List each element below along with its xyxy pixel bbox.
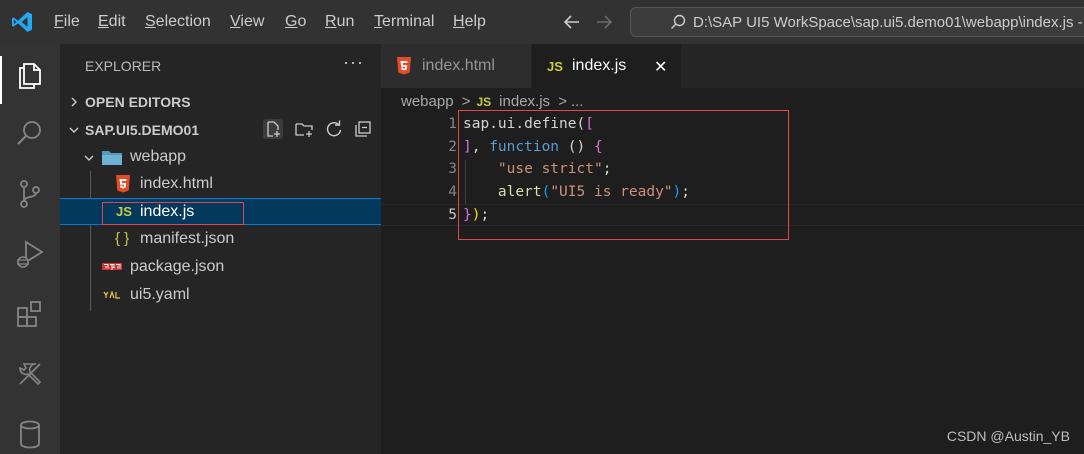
open-editors-label: OPEN EDITORS: [85, 94, 191, 110]
html5-icon: [397, 57, 411, 75]
tree-file-index-html[interactable]: index.html: [60, 171, 381, 198]
line-number: 1: [448, 116, 457, 132]
project-label: SAP.UI5.DEMO01: [85, 122, 200, 138]
new-folder-icon[interactable]: [294, 119, 314, 139]
menu-run[interactable]: Run: [325, 13, 354, 31]
js-icon: JS: [547, 59, 563, 74]
chevron-right-icon: [71, 97, 77, 107]
search-icon: [671, 14, 686, 29]
js-icon: JS: [476, 95, 492, 109]
tab-label: index.js: [572, 57, 627, 74]
run-debug-icon[interactable]: [14, 238, 46, 270]
refresh-icon[interactable]: [324, 119, 344, 139]
line-number: 3: [448, 161, 457, 177]
yaml-icon: [103, 291, 120, 299]
menu-help[interactable]: Help: [453, 13, 486, 31]
active-indicator: [0, 56, 2, 104]
tree-label: ui5.yaml: [130, 286, 190, 303]
npm-icon: [102, 263, 122, 270]
tree-label: index.html: [140, 175, 213, 192]
breadcrumb-file[interactable]: index.js: [499, 93, 550, 110]
line-number: 2: [448, 138, 457, 155]
menu-file[interactable]: File: [54, 13, 80, 31]
tab-label: index.html: [422, 57, 495, 74]
chevron-down-icon: [84, 155, 94, 161]
annotation-box: [102, 202, 244, 225]
tree-label: webapp: [130, 148, 187, 165]
explorer-sidebar: EXPLORER ··· OPEN EDITORS SAP.UI5.DEMO01: [60, 44, 381, 454]
activity-bar: [0, 44, 60, 454]
tools-icon[interactable]: [14, 358, 46, 390]
breadcrumb-folder[interactable]: webapp: [401, 93, 454, 110]
open-editors-section[interactable]: OPEN EDITORS: [60, 89, 381, 115]
database-icon[interactable]: [14, 418, 46, 450]
breadcrumb-separator: >: [461, 93, 471, 110]
html5-icon: [116, 175, 130, 193]
tree-label: manifest.json: [140, 230, 235, 247]
folder-icon: [102, 151, 122, 165]
tab-index-html[interactable]: index.html: [381, 44, 531, 88]
editor-tabs: index.html JS index.js ✕: [381, 44, 1084, 88]
source-control-icon[interactable]: [14, 178, 46, 210]
menu-edit[interactable]: Edit: [98, 13, 126, 31]
menu-terminal[interactable]: Terminal: [374, 13, 434, 31]
more-actions-button[interactable]: ···: [343, 52, 364, 73]
tab-index-js[interactable]: JS index.js ✕: [532, 44, 681, 88]
close-icon[interactable]: ✕: [654, 57, 667, 77]
tree-label: package.json: [130, 258, 225, 275]
breadcrumb-more[interactable]: ...: [571, 93, 584, 110]
explorer-icon[interactable]: [14, 58, 46, 90]
menu-selection[interactable]: Selection: [145, 13, 211, 31]
back-arrow-icon[interactable]: [562, 12, 582, 32]
search-text: D:\SAP UI5 WorkSpace\sap.ui5.demo01\weba…: [693, 14, 1084, 31]
extensions-icon[interactable]: [14, 298, 46, 330]
watermark: CSDN @Austin_YB: [946, 428, 1070, 444]
annotation-box: [458, 110, 789, 240]
chevron-down-icon: [69, 127, 79, 133]
tree-folder-webapp[interactable]: webapp: [60, 144, 381, 171]
breadcrumb: webapp > JS index.js >...: [401, 93, 583, 110]
menu-view[interactable]: View: [230, 13, 264, 31]
vscode-logo-icon: [12, 12, 32, 32]
tree-file-package-json[interactable]: package.json: [60, 254, 381, 281]
search-view-icon[interactable]: [14, 118, 46, 150]
menu-go[interactable]: Go: [285, 13, 306, 31]
forward-arrow-icon[interactable]: [594, 12, 614, 32]
breadcrumb-separator: >: [558, 93, 567, 110]
json-icon: { }: [115, 230, 130, 247]
new-file-icon[interactable]: [263, 119, 283, 139]
collapse-all-icon[interactable]: [353, 119, 373, 139]
tree-file-manifest-json[interactable]: { } manifest.json: [60, 226, 381, 253]
line-number: 5: [448, 207, 457, 223]
tree-file-ui5-yaml[interactable]: ui5.yaml: [60, 282, 381, 309]
title-bar: File Edit Selection View Go Run Terminal…: [0, 0, 1084, 44]
explorer-title: EXPLORER: [85, 58, 162, 74]
line-number: 4: [448, 183, 457, 200]
command-center-search[interactable]: D:\SAP UI5 WorkSpace\sap.ui5.demo01\weba…: [630, 7, 1084, 37]
